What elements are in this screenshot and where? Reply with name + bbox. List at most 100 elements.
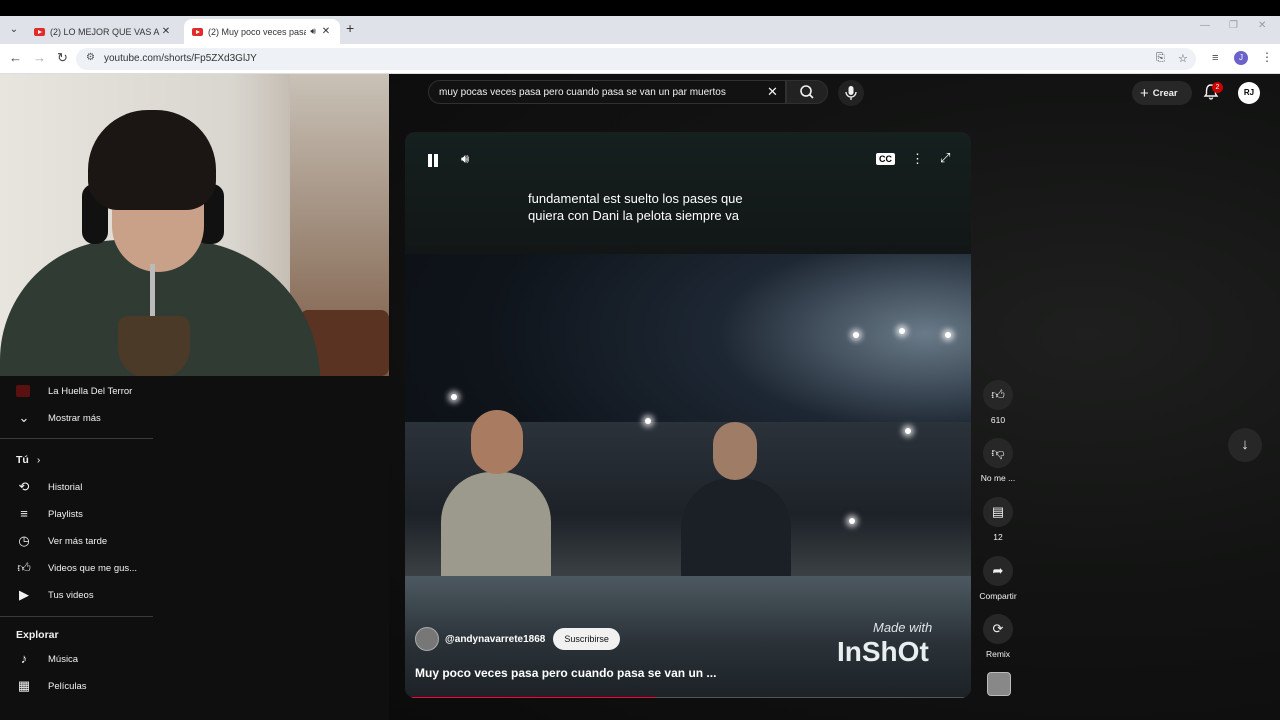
tab-audio-icon[interactable]: 🔊︎ [310, 26, 316, 37]
guide-sidebar: La Huella Del Terror ⌄ Mostrar más Tú › ⟲… [0, 376, 160, 720]
tab-close-icon[interactable]: ✕ [320, 26, 332, 37]
sidebar-item-label: La Huella Del Terror [48, 385, 133, 397]
tab-search-dropdown-icon[interactable]: ⌄ [6, 22, 22, 38]
your-videos-icon: ▶ [19, 587, 29, 602]
thumbs-up-icon: 👍︎ [983, 380, 1013, 410]
sidebar-item-label: Música [48, 653, 79, 665]
dislike-button[interactable]: 👎︎ No me ... [972, 438, 1024, 483]
sidebar-item-history[interactable]: ⟲ Historial [0, 475, 154, 499]
close-window-icon[interactable]: ✕ [1258, 20, 1266, 31]
webcam-overlay [0, 74, 389, 376]
shorts-video-player[interactable]: 🔊︎ CC ⋮ ⤢ fundamental est suelto los pas… [405, 132, 971, 698]
search-input[interactable]: muy pocas veces pasa pero cuando pasa se… [428, 80, 786, 104]
channel-info: @andynavarrete1868 Suscribirse [415, 627, 620, 651]
sound-thumbnail[interactable] [987, 672, 1011, 696]
media-controls-icon[interactable]: ≡ [1212, 52, 1218, 64]
share-icon: ➦ [983, 556, 1013, 586]
remix-button[interactable]: ⟳ Remix [972, 614, 1024, 659]
sidebar-item-movies[interactable]: ▦ Películas [0, 674, 154, 698]
like-count: 610 [990, 415, 1006, 425]
subscribe-button[interactable]: Suscribirse [553, 628, 620, 650]
browser-tab-2-active[interactable]: (2) Muy poco veces pasa pe 🔊︎ ✕ [184, 19, 340, 44]
video-title[interactable]: Muy poco veces pasa pero cuando pasa se … [415, 666, 716, 680]
tab-title: (2) LO MEJOR QUE VAS A ESCU [50, 26, 160, 37]
share-label: Compartir [979, 591, 1017, 601]
captions-icon[interactable]: CC [876, 153, 895, 165]
fullscreen-icon[interactable]: ⤢ [940, 150, 950, 166]
youtube-favicon-icon [34, 27, 45, 36]
sidebar-heading-explore: Explorar [16, 629, 59, 641]
microphone-icon [845, 86, 857, 100]
sidebar-item-your-videos[interactable]: ▶ Tus videos [0, 583, 154, 607]
movies-icon: ▦ [17, 678, 31, 693]
browser-tab-1[interactable]: (2) LO MEJOR QUE VAS A ESCU ✕ [26, 19, 180, 44]
watermark-logo: InShOt [837, 636, 929, 667]
comments-button[interactable]: ▤ 12 [972, 497, 1024, 542]
sidebar-item-liked-videos[interactable]: 👍︎ Videos que me gus... [0, 556, 154, 580]
channel-avatar [16, 385, 30, 397]
sidebar-show-more[interactable]: ⌄ Mostrar más [0, 406, 154, 430]
chevron-down-icon: ⌄ [18, 410, 30, 425]
video-caption: fundamental est suelto los pases que qui… [528, 191, 743, 223]
channel-handle[interactable]: @andynavarrete1868 [445, 634, 545, 645]
tab-title: (2) Muy poco veces pasa pe [208, 26, 307, 37]
install-app-icon[interactable]: ⎘ [1156, 52, 1165, 65]
sidebar-item-playlists[interactable]: ≡ Playlists [0, 502, 154, 526]
youtube-favicon-icon [192, 27, 203, 36]
browser-profile-avatar[interactable]: J [1234, 51, 1248, 65]
sidebar-heading-you[interactable]: Tú › [16, 454, 40, 466]
comment-icon: ▤ [983, 497, 1013, 527]
channel-avatar[interactable] [415, 627, 439, 651]
dislike-label: No me ... [980, 473, 1016, 483]
clear-search-icon[interactable]: ✕ [767, 84, 778, 100]
share-button[interactable]: ➦ Compartir [972, 556, 1024, 601]
chevron-right-icon: › [36, 454, 41, 466]
sidebar-item-watch-later[interactable]: ◷ Ver más tarde [0, 529, 154, 553]
watch-later-icon: ◷ [18, 533, 30, 548]
back-icon[interactable]: ← [9, 50, 22, 65]
browser-toolbar: ← → ↻ ⚙ youtube.com/shorts/Fp5ZXd3GlJY ⎘… [0, 44, 1280, 74]
sidebar-item-label: Historial [48, 481, 83, 493]
history-icon: ⟲ [18, 479, 30, 494]
site-info-icon[interactable]: ⚙ [86, 52, 95, 63]
comment-count: 12 [993, 532, 1003, 542]
bookmark-star-icon[interactable]: ☆ [1178, 52, 1188, 65]
minimize-icon[interactable]: — [1200, 20, 1210, 31]
sidebar-item-music[interactable]: ♪ Música [0, 647, 154, 671]
next-video-arrow-down-icon[interactable]: ↓ [1228, 428, 1262, 462]
new-tab-icon[interactable]: + [346, 20, 354, 36]
browser-menu-icon[interactable]: ⋮ [1261, 50, 1273, 64]
search-icon [800, 85, 814, 99]
like-button[interactable]: 👍︎ 610 [972, 380, 1024, 425]
youtube-page: La Huella Del Terror ⌄ Mostrar más Tú › ⟲… [0, 74, 1280, 720]
account-avatar[interactable]: RJ [1238, 82, 1260, 104]
volume-icon[interactable]: 🔊︎ [461, 151, 469, 167]
divider [0, 616, 153, 617]
liked-videos-icon: 👍︎ [17, 560, 31, 575]
remix-icon: ⟳ [983, 614, 1013, 644]
remix-label: Remix [985, 649, 1011, 659]
browser-tab-strip: ⌄ (2) LO MEJOR QUE VAS A ESCU ✕ (2) Muy … [0, 16, 1280, 44]
address-bar[interactable]: ⚙ youtube.com/shorts/Fp5ZXd3GlJY ⎘ ☆ [76, 48, 1196, 70]
watermark-text: Made with [873, 620, 933, 635]
notification-badge: 2 [1212, 82, 1223, 93]
create-button[interactable]: + Crear [1132, 81, 1192, 105]
divider [0, 438, 153, 439]
search-query[interactable]: muy pocas veces pasa pero cuando pasa se… [439, 87, 726, 98]
url-text[interactable]: youtube.com/shorts/Fp5ZXd3GlJY [104, 53, 257, 64]
music-icon: ♪ [20, 651, 28, 666]
search-button[interactable] [786, 80, 828, 104]
sidebar-item-label: Películas [48, 680, 87, 692]
sidebar-item-label: Videos que me gus... [48, 562, 138, 574]
restore-icon[interactable]: ❐ [1229, 20, 1238, 31]
tab-close-icon[interactable]: ✕ [160, 26, 172, 37]
forward-icon[interactable]: → [33, 50, 46, 65]
thumbs-down-icon: 👎︎ [983, 438, 1013, 468]
pause-icon[interactable] [427, 154, 439, 167]
screen-top-edge [0, 0, 1280, 16]
sidebar-item-subscription[interactable]: La Huella Del Terror [0, 379, 154, 403]
reload-icon[interactable]: ↻ [57, 50, 68, 66]
more-options-icon[interactable]: ⋮ [911, 151, 924, 167]
progress-bar[interactable] [411, 697, 965, 698]
voice-search-button[interactable] [838, 80, 864, 106]
